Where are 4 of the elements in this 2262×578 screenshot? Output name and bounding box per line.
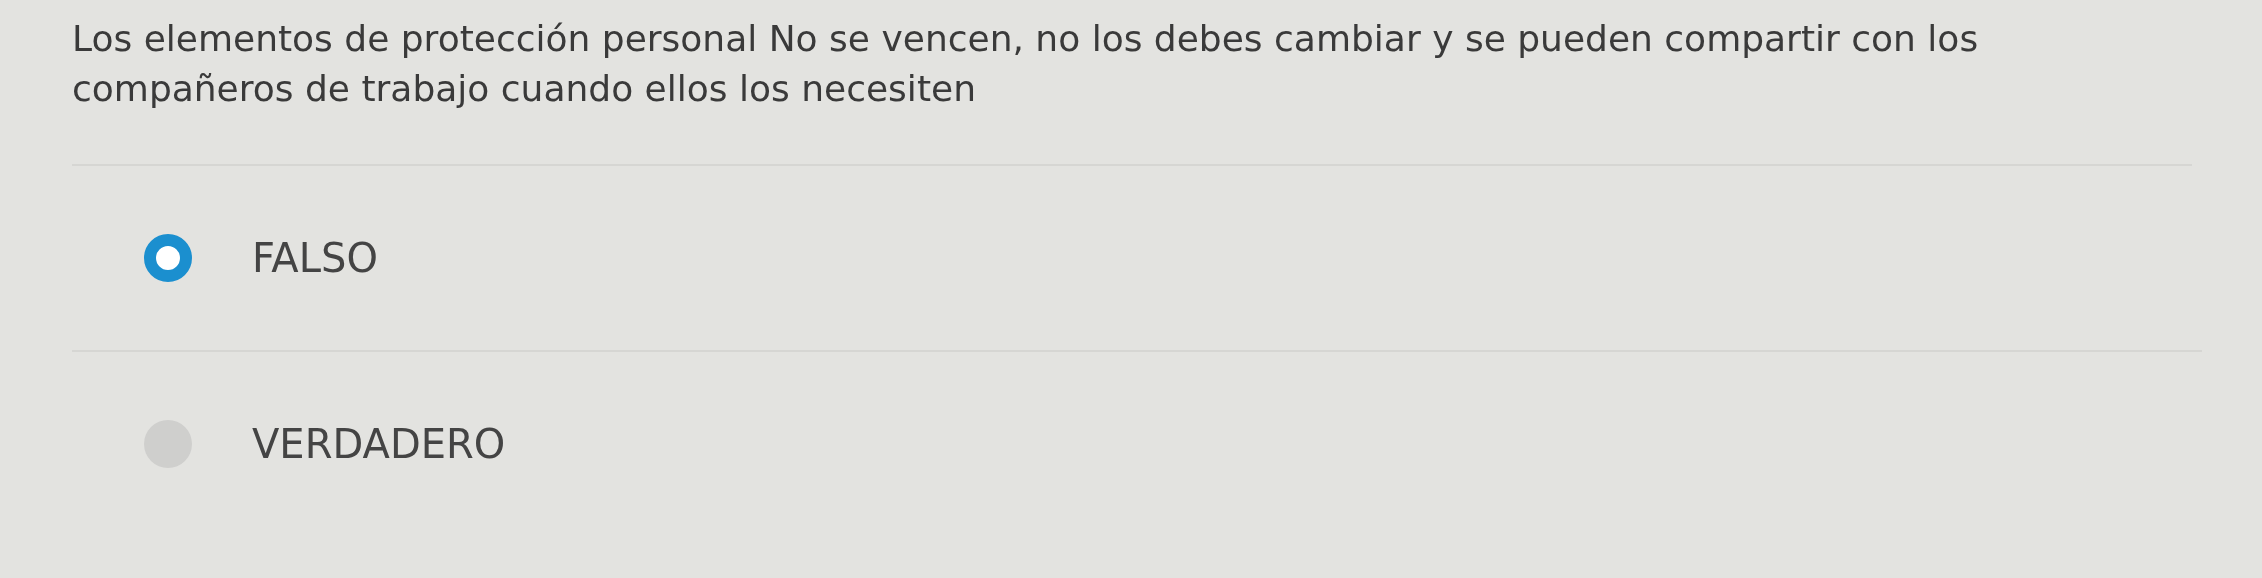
radio-button[interactable] xyxy=(144,234,192,282)
question-text: Los elementos de protección personal No se vencen, no los debes cambiar y se pueden compartir con los compañeros de trabajo cuando ellos los necesiten xyxy=(72,14,2192,166)
option-label[interactable]: VERDADERO xyxy=(252,421,506,467)
option-label[interactable]: FALSO xyxy=(252,235,378,281)
